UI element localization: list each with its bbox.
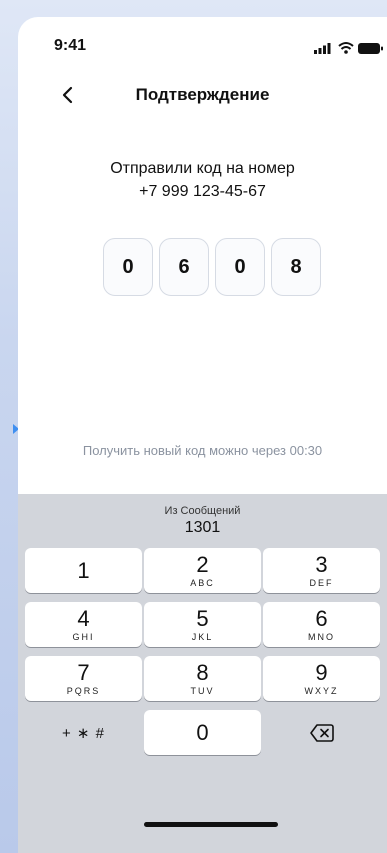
key-3[interactable]: 3 DEF [263, 548, 380, 593]
battery-icon [358, 43, 383, 54]
key-digit: 9 [315, 660, 328, 685]
key-6[interactable]: 6 MNO [263, 602, 380, 647]
wifi-icon [338, 42, 354, 54]
status-bar: 9:41 [18, 17, 387, 69]
resend-timer-text: Получить новый код можно через 00:30 [82, 443, 323, 458]
key-digit: 3 [315, 552, 328, 577]
key-8[interactable]: 8 TUV [144, 656, 261, 701]
suggestion-code: 1301 [184, 519, 221, 536]
key-digit: 4 [77, 606, 90, 631]
key-5[interactable]: 5 JKL [144, 602, 261, 647]
phone-screen: 9:41 Подтверждение Отправили код на номе… [18, 17, 387, 853]
status-icons [314, 42, 383, 54]
key-letters: ABC [190, 578, 215, 588]
key-digit: 0 [196, 719, 209, 745]
key-0[interactable]: 0 [144, 710, 261, 755]
symbols-label: + ∗ # [61, 724, 105, 742]
key-1[interactable]: 1 [25, 548, 142, 593]
backspace-icon [309, 723, 334, 742]
key-letters: MNO [308, 632, 335, 642]
key-9[interactable]: 9 WXYZ [263, 656, 380, 701]
key-letters: DEF [309, 578, 334, 588]
key-letters: PQRS [66, 686, 101, 696]
home-indicator[interactable] [144, 822, 278, 827]
key-digit: 5 [196, 606, 209, 631]
key-digit: 7 [77, 660, 90, 685]
code-suggestion[interactable]: Из Сообщений 1301 [18, 505, 387, 537]
header: Подтверждение [18, 77, 387, 115]
key-digit: 6 [315, 606, 328, 631]
key-digit: 1 [77, 557, 90, 583]
code-digit-4[interactable]: 8 [271, 238, 321, 296]
key-4[interactable]: 4 GHI [25, 602, 142, 647]
suggestion-source-label: Из Сообщений [164, 505, 241, 517]
key-letters: TUV [190, 686, 215, 696]
key-2[interactable]: 2 ABC [144, 548, 261, 593]
code-input[interactable]: 0 6 0 8 [103, 238, 321, 296]
phone-number: +7 999 123-45-67 [139, 183, 266, 200]
code-digit-2[interactable]: 6 [159, 238, 209, 296]
sent-label: Отправили код на номер [110, 160, 295, 177]
key-letters: WXYZ [304, 686, 339, 696]
signal-icon [314, 43, 331, 54]
key-letters: JKL [191, 632, 214, 642]
numeric-keyboard: Из Сообщений 1301 1 2 ABC 3 DEF 4 GHI 5 … [18, 494, 387, 853]
key-symbols[interactable]: + ∗ # [25, 710, 142, 755]
code-digit-1[interactable]: 0 [103, 238, 153, 296]
page-title: Подтверждение [135, 85, 270, 104]
code-digit-3[interactable]: 0 [215, 238, 265, 296]
key-letters: GHI [72, 632, 95, 642]
key-digit: 2 [196, 552, 209, 577]
key-7[interactable]: 7 PQRS [25, 656, 142, 701]
status-time: 9:41 [54, 37, 87, 54]
delete-button[interactable] [263, 710, 380, 755]
key-digit: 8 [196, 660, 209, 685]
